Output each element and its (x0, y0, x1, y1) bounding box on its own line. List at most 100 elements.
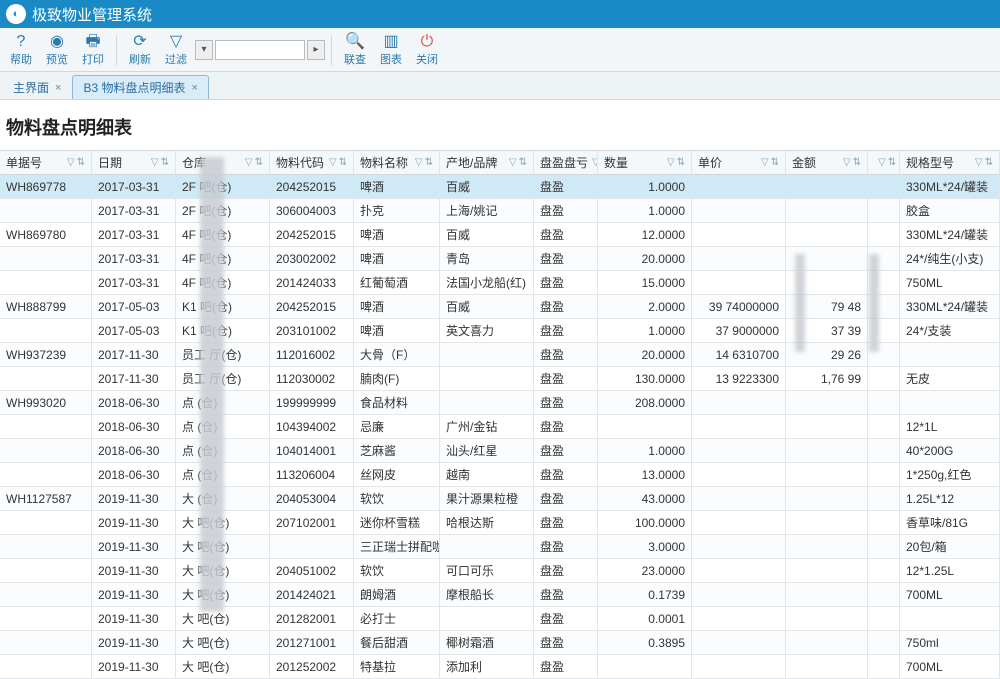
table-cell: 2F 吧(仓) (176, 175, 270, 198)
tab-report[interactable]: B3 物料盘点明细表 × (72, 75, 208, 99)
table-cell: 2F 吧(仓) (176, 199, 270, 222)
table-cell: 扑克 (354, 199, 440, 222)
sort-icon[interactable]: ⇅ (771, 157, 779, 168)
sort-icon[interactable]: ⇅ (161, 157, 169, 168)
table-cell: 食品材料 (354, 391, 440, 414)
column-header[interactable]: 日期▽⇅ (92, 151, 176, 174)
filter-icon[interactable]: ▽ (67, 157, 75, 168)
table-row[interactable]: 2019-11-30大 吧(仓)207102001迷你杯雪糕哈根达斯盘盈100.… (0, 511, 1000, 535)
column-header[interactable]: 金额 ▽⇅ (786, 151, 868, 174)
table-row[interactable]: 2017-03-314F 吧(仓)203002002啤酒青岛盘盈20.00002… (0, 247, 1000, 271)
filter-button[interactable]: ▽ 过滤 (159, 31, 193, 69)
chart-button[interactable]: ▥ 图表 (374, 31, 408, 69)
print-button[interactable]: 🖶 打印 (76, 31, 110, 69)
table-cell (868, 271, 900, 294)
table-row[interactable]: 2019-11-30大 吧(仓)201271001餐后甜酒椰树霜酒盘盈0.389… (0, 631, 1000, 655)
filter-icon[interactable]: ▽ (878, 157, 886, 168)
table-row[interactable]: 2018-06-30点 (仓)104014001芝麻酱汕头/红星盘盈1.0000… (0, 439, 1000, 463)
table-row[interactable]: 2017-03-314F 吧(仓)201424033红葡萄酒法国小龙船(红)盘盈… (0, 271, 1000, 295)
table-cell (786, 415, 868, 438)
table-cell: 盘盈 (534, 463, 598, 486)
table-cell: 盘盈 (534, 391, 598, 414)
sort-icon[interactable]: ⇅ (255, 157, 263, 168)
table-cell: 百威 (440, 223, 534, 246)
column-header[interactable]: 单价▽⇅ (692, 151, 786, 174)
table-row[interactable]: 2019-11-30大 吧(仓)201424021朗姆酒摩根船长盘盈0.1739… (0, 583, 1000, 607)
table-cell: 2018-06-30 (92, 463, 176, 486)
table-row[interactable]: 2017-11-30员工 厅(仓)112030002腩肉(F)盘盈130.000… (0, 367, 1000, 391)
column-header[interactable]: 数量▽⇅ (598, 151, 692, 174)
column-header[interactable]: 产地/品牌▽⇅ (440, 151, 534, 174)
column-header[interactable]: 单据号▽⇅ (0, 151, 92, 174)
table-row[interactable]: 2019-11-30大 吧(仓)201252002特基拉添加利盘盈700ML (0, 655, 1000, 679)
search-go-button[interactable]: ▸ (307, 40, 325, 60)
table-row[interactable]: 2017-05-03K1 吧(仓)203101002啤酒英文喜力盘盈1.0000… (0, 319, 1000, 343)
table-cell (868, 607, 900, 630)
close-button[interactable]: ⏻ 关闭 (410, 31, 444, 69)
table-row[interactable]: 2018-06-30点 (仓)113206004丝网皮越南盘盈13.00001*… (0, 463, 1000, 487)
table-cell: 盘盈 (534, 295, 598, 318)
table-cell: 盘盈 (534, 223, 598, 246)
union-query-button[interactable]: 🔍 联查 (338, 31, 372, 69)
filter-icon[interactable]: ▽ (843, 157, 851, 168)
search-input[interactable] (215, 40, 305, 60)
table-cell: 2019-11-30 (92, 559, 176, 582)
table-cell: WH1127587 (0, 487, 92, 510)
table-row[interactable]: 2017-03-312F 吧(仓)306004003扑克上海/姚记盘盈1.000… (0, 199, 1000, 223)
table-cell: 点 (仓) (176, 463, 270, 486)
sort-icon[interactable]: ⇅ (853, 157, 861, 168)
table-cell: 12.0000 (598, 223, 692, 246)
sort-icon[interactable]: ⇅ (677, 157, 685, 168)
table-cell: 750ml (900, 631, 1000, 654)
table-row[interactable]: 2019-11-30大 吧(仓)三正瑞士拼配咖盘盈3.000020包/箱 (0, 535, 1000, 559)
table-cell (868, 559, 900, 582)
sort-icon[interactable]: ⇅ (425, 157, 433, 168)
table-cell: 39 74000000 (692, 295, 786, 318)
filter-icon[interactable]: ▽ (509, 157, 517, 168)
close-icon[interactable]: × (55, 82, 61, 94)
search-dropdown-button[interactable]: ▾ (195, 40, 213, 60)
filter-icon[interactable]: ▽ (245, 157, 253, 168)
title-bar: ◐ 极致物业管理系统 (0, 0, 1000, 28)
column-header[interactable]: 规格型号▽⇅ (900, 151, 1000, 174)
table-cell: 203002002 (270, 247, 354, 270)
sort-icon[interactable]: ⇅ (339, 157, 347, 168)
table-row[interactable]: WH8697802017-03-314F 吧(仓)204252015啤酒百威盘盈… (0, 223, 1000, 247)
table-row[interactable]: WH9372392017-11-30员工 厅(仓)112016002大骨（F）盘… (0, 343, 1000, 367)
table-cell: 盘盈 (534, 367, 598, 390)
table-cell (692, 535, 786, 558)
table-row[interactable]: WH8697782017-03-312F 吧(仓)204252015啤酒百威盘盈… (0, 175, 1000, 199)
table-row[interactable]: 2018-06-30点 (仓)104394002忌廉广州/金钻盘盈12*1L (0, 415, 1000, 439)
table-row[interactable]: 2019-11-30大 吧(仓)201282001必打士盘盈0.0001 (0, 607, 1000, 631)
column-header-label: 金额 (792, 154, 816, 171)
tab-main[interactable]: 主界面 × (2, 75, 72, 99)
filter-icon[interactable]: ▽ (667, 157, 675, 168)
sort-icon[interactable]: ⇅ (77, 157, 85, 168)
filter-icon[interactable]: ▽ (975, 157, 983, 168)
filter-icon[interactable]: ▽ (415, 157, 423, 168)
filter-icon[interactable]: ▽ (329, 157, 337, 168)
column-header[interactable]: 仓库▽⇅ (176, 151, 270, 174)
preview-button[interactable]: ◉ 预览 (40, 31, 74, 69)
table-row[interactable]: 2019-11-30大 吧(仓)204051002软饮可口可乐盘盈23.0000… (0, 559, 1000, 583)
table-cell (786, 199, 868, 222)
table-cell: 朗姆酒 (354, 583, 440, 606)
filter-icon[interactable]: ▽ (761, 157, 769, 168)
sort-icon[interactable]: ⇅ (888, 157, 896, 168)
table-cell: 大骨（F） (354, 343, 440, 366)
sort-icon[interactable]: ⇅ (985, 157, 993, 168)
refresh-button[interactable]: ⟳ 刷新 (123, 31, 157, 69)
column-header[interactable]: 物料代码▽⇅ (270, 151, 354, 174)
table-row[interactable]: WH9930202018-06-30点 (仓)199999999食品材料盘盈20… (0, 391, 1000, 415)
table-cell: 750ML (900, 271, 1000, 294)
sort-icon[interactable]: ⇅ (519, 157, 527, 168)
close-icon[interactable]: × (191, 82, 197, 94)
table-row[interactable]: WH8887992017-05-03K1 吧(仓)204252015啤酒百威盘盈… (0, 295, 1000, 319)
table-cell (692, 463, 786, 486)
column-header[interactable]: 盘盈盘亏▽⇅ (534, 151, 598, 174)
column-header[interactable]: 物料名称▽⇅ (354, 151, 440, 174)
table-row[interactable]: WH11275872019-11-30大 (仓)204053004软饮果汁源果粒… (0, 487, 1000, 511)
filter-icon[interactable]: ▽ (151, 157, 159, 168)
column-header[interactable]: ▽⇅ (868, 151, 900, 174)
help-button[interactable]: ? 帮助 (4, 31, 38, 69)
